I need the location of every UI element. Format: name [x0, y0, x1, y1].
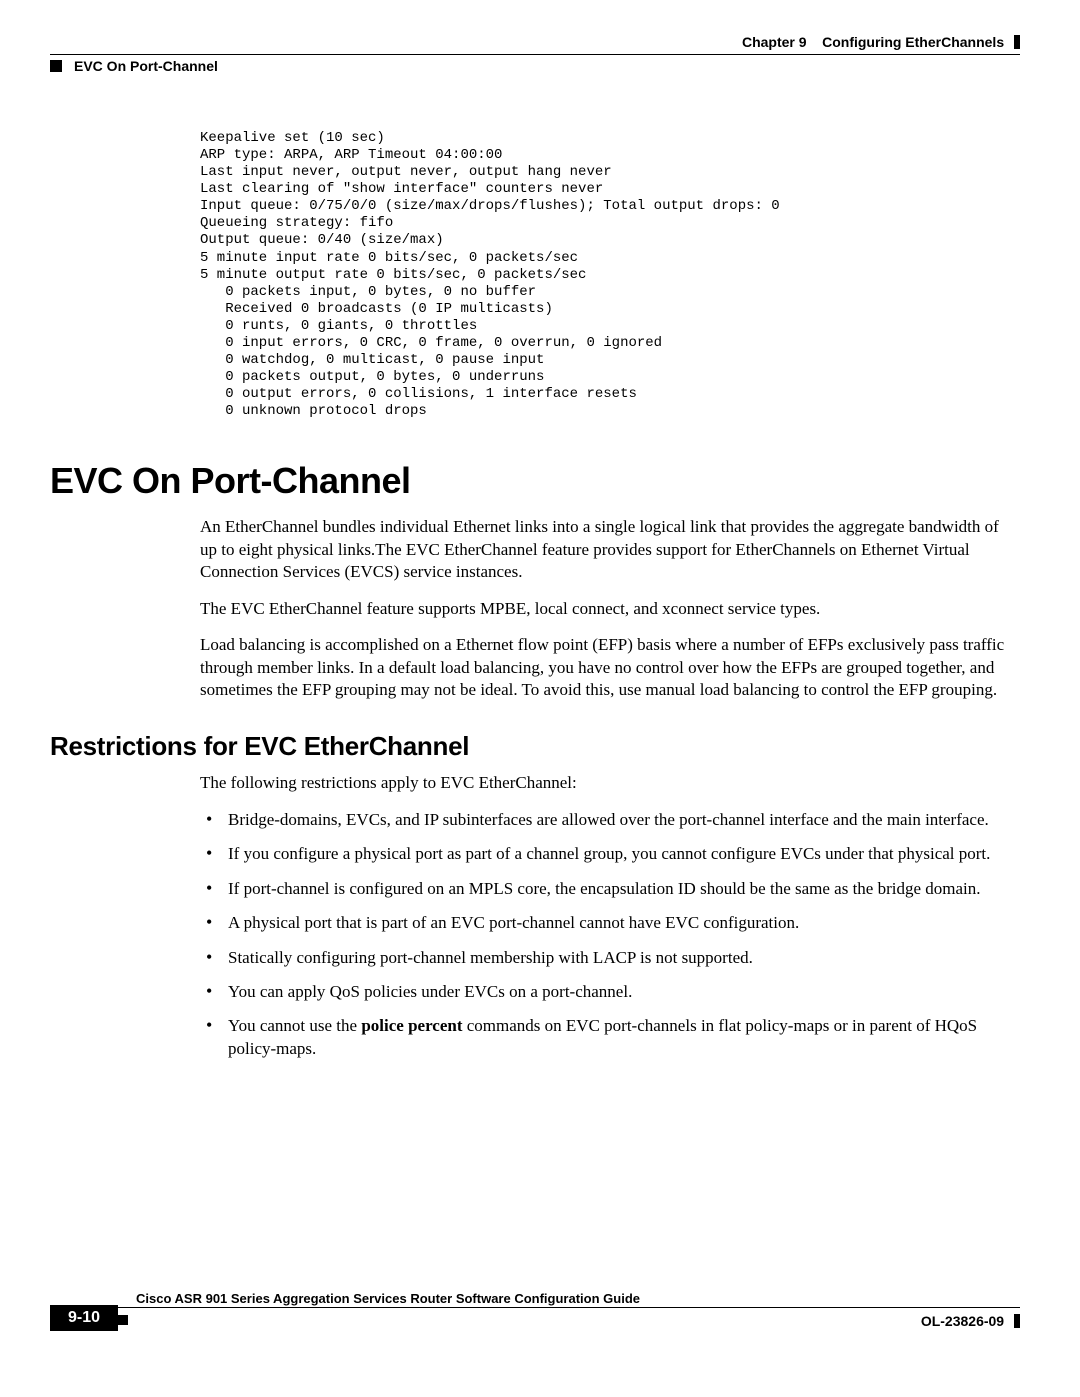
section-paragraph-1: An EtherChannel bundles individual Ether… [200, 516, 1020, 583]
list-item-text-pre: You cannot use the [228, 1016, 361, 1035]
header-section-ref: EVC On Port-Channel [50, 58, 218, 76]
subsection-intro: The following restrictions apply to EVC … [200, 772, 1020, 794]
section-heading: EVC On Port-Channel [50, 460, 1020, 502]
list-item: A physical port that is part of an EVC p… [200, 912, 1020, 934]
running-header: Chapter 9 Configuring EtherChannels EVC … [50, 34, 1030, 80]
header-chapter-label: Chapter 9 [742, 34, 807, 50]
list-item: You cannot use the police percent comman… [200, 1015, 1020, 1060]
terminal-output: Keepalive set (10 sec) ARP type: ARPA, A… [200, 130, 1020, 420]
list-item: If port-channel is configured on an MPLS… [200, 878, 1020, 900]
footer-rule [118, 1307, 1020, 1308]
list-item: You can apply QoS policies under EVCs on… [200, 981, 1020, 1003]
page: Chapter 9 Configuring EtherChannels EVC … [0, 0, 1080, 1397]
section-paragraph-3: Load balancing is accomplished on a Ethe… [200, 634, 1020, 701]
page-number-box: 9-10 [50, 1305, 118, 1331]
restrictions-list: Bridge-domains, EVCs, and IP subinterfac… [200, 809, 1020, 1061]
list-item: Bridge-domains, EVCs, and IP subinterfac… [200, 809, 1020, 831]
footer-ornament-icon [1014, 1314, 1020, 1328]
square-bullet-icon [50, 60, 62, 72]
page-footer: Cisco ASR 901 Series Aggregation Service… [50, 1307, 1030, 1357]
list-item: Statically configuring port-channel memb… [200, 947, 1020, 969]
footer-guide-title: Cisco ASR 901 Series Aggregation Service… [136, 1291, 640, 1306]
header-rule [50, 54, 1020, 55]
section-paragraph-2: The EVC EtherChannel feature supports MP… [200, 598, 1020, 620]
page-number-ornament-icon [118, 1315, 128, 1325]
footer-doc-id: OL-23826-09 [921, 1313, 1020, 1329]
page-number: 9-10 [68, 1309, 100, 1327]
list-item-bold-term: police percent [361, 1016, 462, 1035]
header-section-ref-text: EVC On Port-Channel [74, 58, 218, 74]
content-column: Keepalive set (10 sec) ARP type: ARPA, A… [200, 130, 1020, 1060]
header-chapter-title: Configuring EtherChannels [822, 34, 1004, 50]
footer-doc-id-text: OL-23826-09 [921, 1313, 1004, 1329]
header-ornament-icon [1014, 35, 1020, 49]
header-chapter: Chapter 9 Configuring EtherChannels [742, 34, 1020, 50]
list-item: If you configure a physical port as part… [200, 843, 1020, 865]
subsection-heading: Restrictions for EVC EtherChannel [50, 731, 1020, 762]
